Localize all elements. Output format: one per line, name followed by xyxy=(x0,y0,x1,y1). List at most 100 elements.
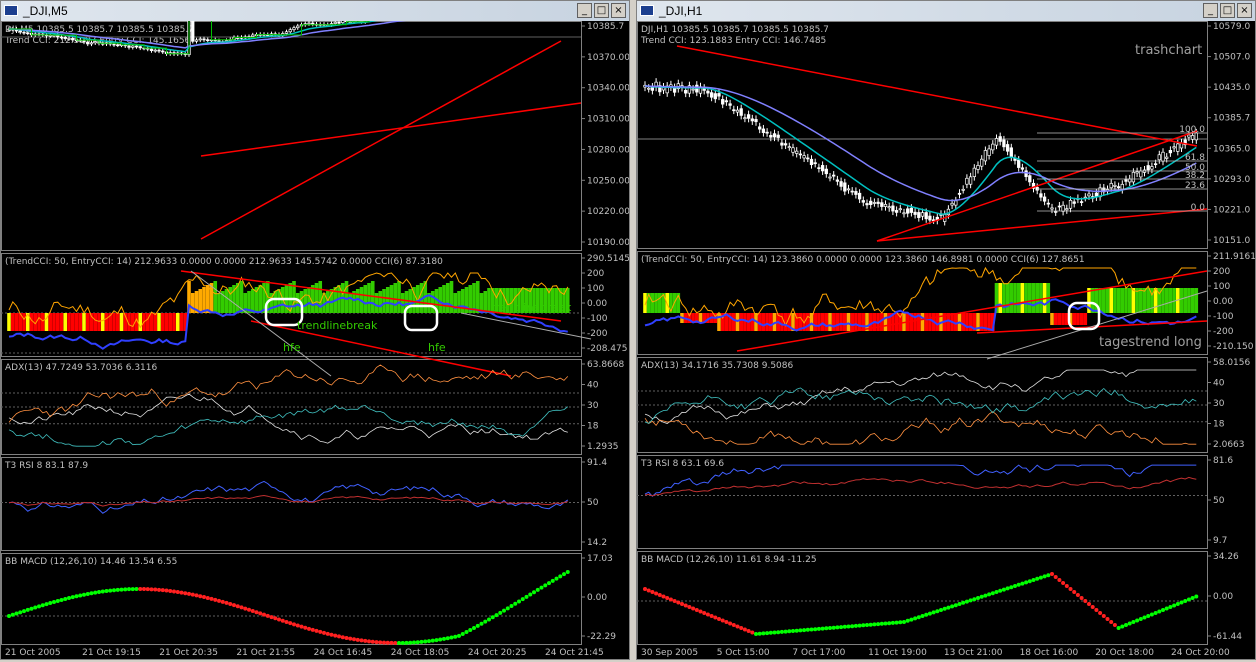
candle-body xyxy=(1020,167,1025,170)
cci-histogram-bar xyxy=(965,313,969,331)
axis-label: 200 xyxy=(1213,267,1230,277)
candle-body xyxy=(691,88,695,91)
watermark-text: trashchart xyxy=(1135,43,1202,58)
macd-dot xyxy=(765,631,770,636)
candle-body xyxy=(776,134,780,138)
cci-histogram-bar xyxy=(48,313,53,331)
pane-frame xyxy=(637,455,1208,549)
macd-dot xyxy=(787,629,792,634)
macd-dot xyxy=(868,622,873,627)
axis-label: 2.0663 xyxy=(1213,440,1245,450)
macd-dot xyxy=(861,623,866,628)
macd-dot xyxy=(554,576,559,581)
macd-dot xyxy=(284,619,289,624)
macd-dot xyxy=(438,637,443,642)
candle-body xyxy=(684,90,688,94)
candle-body xyxy=(817,167,821,170)
fib-label: 100.0 xyxy=(1179,125,1205,135)
macd-dot xyxy=(927,611,932,616)
window-titlebar[interactable]: _DJI,H1 _ □ × xyxy=(637,1,1255,21)
cci-histogram-bar xyxy=(1031,283,1036,313)
macd-dot xyxy=(1001,587,1006,592)
macd-dot xyxy=(543,583,548,588)
macd-dot xyxy=(1053,575,1058,579)
macd-dot xyxy=(322,630,326,635)
macd-dot xyxy=(505,606,510,611)
candle-body xyxy=(795,150,799,154)
macd-dot xyxy=(310,627,315,632)
candle-body xyxy=(876,201,880,204)
macd-dot xyxy=(961,600,966,605)
candle-body xyxy=(980,158,984,167)
macd-dot xyxy=(209,596,214,601)
candle-body xyxy=(647,87,651,90)
cci-histogram-bar xyxy=(70,313,75,331)
macd-dot xyxy=(183,591,188,596)
axis-label: 18 xyxy=(1213,420,1225,430)
chart-canvas[interactable]: 10385.7 10370.00 10340.00 10310.00 10280.00 1… xyxy=(1,0,630,659)
cci-histogram-bar xyxy=(149,313,154,331)
candle-body xyxy=(1161,151,1165,162)
close-button[interactable]: × xyxy=(1237,3,1252,18)
candle-body xyxy=(983,150,988,162)
candle-body xyxy=(194,39,199,42)
candle-body xyxy=(891,205,895,212)
close-button[interactable]: × xyxy=(611,3,626,18)
chart-window-right[interactable]: _DJI,H1 _ □ × 10579.0 10507.0 10435.0 10385… xyxy=(636,0,1256,660)
window-titlebar[interactable]: _DJI,M5 _ □ × xyxy=(1,1,629,21)
time-axis-label: 24 Oct 20:25 xyxy=(468,648,527,658)
macd-dot xyxy=(1075,593,1080,597)
axis-label: 17.03 xyxy=(587,554,613,564)
pane-header: ADX(13) 47.7249 53.7036 6.3116 xyxy=(5,363,158,373)
macd-dot xyxy=(367,639,371,644)
candle-body xyxy=(284,31,289,34)
macd-dot xyxy=(393,640,398,645)
chart-area[interactable]: 10385.7 10370.00 10340.00 10310.00 10280.00 1… xyxy=(1,0,630,659)
macd-dot xyxy=(337,634,341,639)
axis-label: 10370.00 xyxy=(587,53,629,63)
macd-dot xyxy=(220,599,225,604)
candle-body xyxy=(954,200,958,206)
trendline xyxy=(200,102,582,157)
candle-body xyxy=(307,22,311,25)
chart-window-left[interactable]: _DJI,M5 _ □ × 10385.7 10370.00 10340.00 103… xyxy=(0,0,630,660)
macd-dot xyxy=(187,591,191,596)
macd-dot xyxy=(1131,620,1136,624)
macd-dot xyxy=(772,630,777,635)
candle-body xyxy=(1113,184,1117,187)
macd-dot xyxy=(1124,623,1128,627)
macd-dot xyxy=(1072,590,1077,594)
trendline xyxy=(876,130,1198,242)
maximize-button[interactable]: □ xyxy=(594,3,609,18)
macd-dot xyxy=(205,595,210,600)
macd-dot xyxy=(946,605,951,610)
macd-dot xyxy=(217,598,221,603)
macd-dot xyxy=(228,602,233,607)
cci-histogram-bar xyxy=(460,289,465,313)
cci-histogram-bar xyxy=(400,293,405,313)
minimize-button[interactable]: _ xyxy=(1203,3,1218,18)
macd-dot xyxy=(277,617,281,622)
candle-body xyxy=(1116,186,1121,189)
macd-dot xyxy=(325,631,330,636)
macd-dot xyxy=(902,620,906,624)
candle-body xyxy=(813,162,817,165)
chart-canvas[interactable]: 10579.0 10507.0 10435.0 10385.7 10365.0 10293… xyxy=(637,21,1256,659)
axis-label: 100 xyxy=(1213,282,1230,292)
maximize-button[interactable]: □ xyxy=(1220,3,1235,18)
candle-body xyxy=(1146,165,1150,171)
macd-dot xyxy=(654,591,659,596)
chart-area[interactable]: 10579.0 10507.0 10435.0 10385.7 10365.0 10293… xyxy=(637,21,1256,659)
cci-histogram-bar xyxy=(172,313,176,331)
candle-body xyxy=(1157,154,1161,161)
macd-dot xyxy=(254,610,259,615)
time-axis-label: 11 Oct 19:00 xyxy=(868,648,927,658)
macd-dot xyxy=(942,606,947,611)
candle-body xyxy=(769,135,773,138)
candle-body xyxy=(735,109,740,113)
candle-body xyxy=(994,138,999,146)
pane-header: (TrendCCI: 50, EntryCCI: 14) 123.3860 0.… xyxy=(641,255,1085,265)
cci-histogram-bar xyxy=(393,283,398,313)
minimize-button[interactable]: _ xyxy=(577,3,592,18)
annotation-text: hfe xyxy=(283,341,301,354)
